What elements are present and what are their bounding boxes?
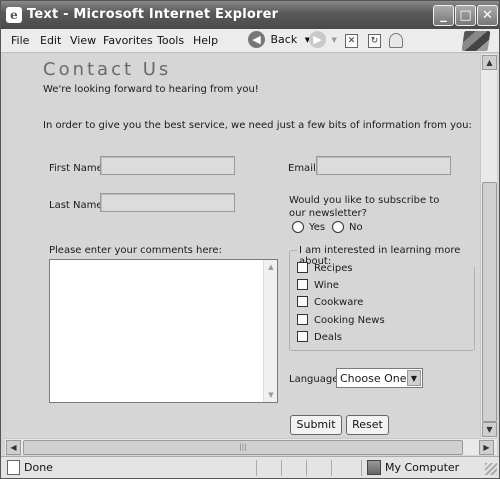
first-name-label: First Name: <box>49 163 107 174</box>
maximize-button[interactable]: □ <box>455 5 476 26</box>
my-computer-icon <box>367 460 381 475</box>
menu-help[interactable]: Help <box>193 34 218 47</box>
interest-wine-label: Wine <box>314 280 339 291</box>
status-divider <box>281 460 282 476</box>
forward-dropdown-icon[interactable]: ▼ <box>332 36 337 44</box>
interest-recipes-checkbox[interactable] <box>297 262 308 273</box>
status-text: Done <box>24 461 53 474</box>
resize-grip-icon[interactable] <box>485 463 497 475</box>
back-button[interactable]: ◀ Back ▼ <box>248 31 310 51</box>
forward-button[interactable]: ▶ ▼ <box>309 31 337 51</box>
status-bar: Done My Computer <box>1 456 499 478</box>
menu-view[interactable]: View <box>70 34 96 47</box>
ie-page-icon: e <box>6 7 22 23</box>
interest-cooking-news-checkbox[interactable] <box>297 314 308 325</box>
interest-cooking-news-label: Cooking News <box>314 315 385 326</box>
interest-recipes-label: Recipes <box>314 263 353 274</box>
security-zone-text: My Computer <box>385 461 460 474</box>
intro-text: We're looking forward to hearing from yo… <box>43 84 259 95</box>
back-arrow-icon: ◀ <box>248 31 265 48</box>
refresh-icon[interactable]: ↻ <box>368 34 381 48</box>
language-selected-value: Choose One <box>340 372 407 385</box>
reset-button[interactable]: Reset <box>346 415 389 435</box>
interest-wine-checkbox[interactable] <box>297 279 308 290</box>
language-select[interactable]: Choose One ▼ <box>336 368 423 388</box>
horizontal-scroll-thumb[interactable]: ||| <box>23 440 463 455</box>
interest-cookware-label: Cookware <box>314 297 364 308</box>
close-button[interactable]: ✕ <box>477 5 498 26</box>
interest-deals-checkbox[interactable] <box>297 331 308 342</box>
last-name-label: Last Name: <box>49 200 106 211</box>
page-content: Contact Us We're looking forward to hear… <box>5 54 480 438</box>
scroll-down-icon[interactable]: ▼ <box>265 389 277 401</box>
menu-bar: File Edit View Favorites Tools Help ◀ Ba… <box>1 29 499 53</box>
interest-cookware-checkbox[interactable] <box>297 296 308 307</box>
submit-button[interactable]: Submit <box>290 415 342 435</box>
scroll-left-icon[interactable]: ◀ <box>6 440 21 455</box>
comments-scrollbar[interactable]: ▲ ▼ <box>263 260 277 402</box>
menu-favorites[interactable]: Favorites <box>103 34 153 47</box>
stop-icon[interactable]: ✕ <box>345 34 358 48</box>
scroll-down-icon[interactable]: ▼ <box>482 422 497 437</box>
status-divider <box>256 460 257 476</box>
newsletter-no-label: No <box>349 222 363 233</box>
page-vertical-scrollbar[interactable]: ▲ ▼ <box>480 54 497 438</box>
window-title: Text - Microsoft Internet Explorer <box>27 7 279 22</box>
title-bar: e Text - Microsoft Internet Explorer _ □… <box>1 1 499 29</box>
page-done-icon <box>7 460 20 475</box>
email-label: Email: <box>288 163 320 174</box>
newsletter-yes-radio[interactable] <box>292 221 304 233</box>
status-divider <box>331 460 332 476</box>
vertical-scroll-thumb[interactable] <box>482 182 497 422</box>
newsletter-yes-label: Yes <box>309 222 326 233</box>
forward-arrow-icon: ▶ <box>309 31 326 48</box>
home-button[interactable] <box>389 33 403 53</box>
instructions-text: In order to give you the best service, w… <box>43 120 472 131</box>
language-label: Language: <box>289 374 342 385</box>
windows-logo-icon <box>461 31 491 51</box>
browser-window: e Text - Microsoft Internet Explorer _ □… <box>0 0 500 479</box>
comments-label: Please enter your comments here: <box>49 245 222 256</box>
email-input[interactable] <box>316 156 451 175</box>
menu-edit[interactable]: Edit <box>40 34 61 47</box>
newsletter-question: Would you like to subscribe to our newsl… <box>289 195 440 219</box>
chevron-down-icon[interactable]: ▼ <box>407 370 421 386</box>
home-icon <box>389 33 403 48</box>
last-name-input[interactable] <box>100 193 235 212</box>
menu-tools[interactable]: Tools <box>157 34 184 47</box>
interest-deals-label: Deals <box>314 332 342 343</box>
status-divider <box>361 460 362 476</box>
page-title: Contact Us <box>43 59 172 80</box>
menu-file[interactable]: File <box>11 34 29 47</box>
scroll-up-icon[interactable]: ▲ <box>482 55 497 70</box>
first-name-input[interactable] <box>100 156 235 175</box>
minimize-button[interactable]: _ <box>433 5 454 26</box>
comments-textarea[interactable]: ▲ ▼ <box>49 259 278 403</box>
scroll-up-icon[interactable]: ▲ <box>265 261 277 273</box>
scroll-right-icon[interactable]: ▶ <box>479 440 494 455</box>
back-label: Back <box>270 33 298 46</box>
newsletter-no-radio[interactable] <box>332 221 344 233</box>
page-horizontal-scrollbar[interactable]: ◀ ||| ▶ <box>5 438 497 455</box>
status-divider <box>306 460 307 476</box>
